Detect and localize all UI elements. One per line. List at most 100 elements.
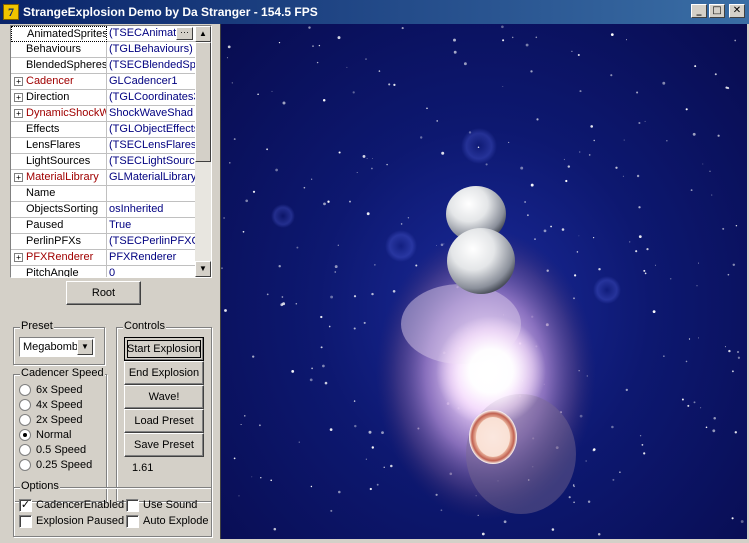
minimize-button[interactable]: _ [691,4,707,18]
window-title: StrangeExplosion Demo by Da Stranger - 1… [23,5,318,19]
property-name: Paused [11,217,107,234]
chevron-down-icon[interactable]: ▼ [77,339,93,355]
star [731,517,734,520]
explosion-paused-checkbox[interactable]: Explosion Paused [19,514,124,528]
property-value[interactable]: (TGLCoordinates3 [107,90,197,106]
star [338,490,341,494]
checkbox-checked[interactable]: ✓ [19,498,32,512]
property-value[interactable]: (TSECLensFlares) [107,138,197,154]
property-row[interactable]: + MaterialLibrary GLMaterialLibrary [11,169,197,186]
radio-circle[interactable] [19,399,31,411]
controls-group: Controls Start Explosion End Explosion W… [116,320,212,502]
property-row[interactable]: PitchAngle 0 [11,265,197,278]
star [502,39,505,42]
object-inspector[interactable]: AnimatedSprites (TSECAnimat Behaviours (TGL… [10,25,212,278]
property-value[interactable]: True [107,218,197,234]
property-value[interactable]: osInherited [107,202,197,218]
expand-icon[interactable]: + [14,92,23,102]
scene-viewport[interactable] [220,24,747,539]
radio-circle[interactable] [19,414,31,426]
property-name: Behaviours [11,41,107,58]
title-bar[interactable]: 7 StrangeExplosion Demo by Da Stranger -… [0,0,749,24]
inspector-scrollbar[interactable]: ▲ ▼ [195,26,211,277]
radio-circle[interactable] [19,384,31,396]
property-row[interactable]: LightSources (TSECLightSource [11,153,197,170]
root-button[interactable]: Root [66,281,141,305]
property-row[interactable]: ObjectsSorting osInherited [11,201,197,218]
checkbox-unchecked[interactable] [19,514,32,528]
speed-radio[interactable]: 6x Speed [19,383,82,397]
speed-radio[interactable]: Normal [19,428,71,442]
star [636,174,640,178]
property-name: + PFXRenderer [11,249,107,266]
auto-explode-checkbox[interactable]: Auto Explode [126,514,208,528]
property-row[interactable]: BlendedSpheres (TSECBlendedSph [11,57,197,74]
property-row[interactable]: + Cadencer GLCadencer1 [11,73,197,90]
property-row[interactable]: + PFXRenderer PFXRenderer [11,249,197,266]
property-value[interactable]: ShockWaveShad [107,106,197,122]
property-value[interactable] [107,186,197,202]
expand-icon[interactable]: + [14,108,23,118]
property-value[interactable]: 0 [107,266,197,278]
property-name-text: LensFlares [26,138,81,151]
property-value[interactable]: GLMaterialLibrary [107,170,197,186]
property-name-text: PFXRenderer [26,250,94,263]
expand-icon[interactable]: + [14,76,23,86]
maximize-button[interactable]: □ [709,4,725,18]
star [352,91,355,94]
property-value[interactable]: GLCadencer1 [107,74,197,90]
checkbox-unchecked[interactable] [126,514,139,528]
speed-radio[interactable]: 2x Speed [19,413,82,427]
speed-radio[interactable]: 0.5 Speed [19,443,86,457]
star [688,338,691,340]
load-preset-button[interactable]: Load Preset [124,409,204,433]
property-row[interactable]: LensFlares (TSECLensFlares) [11,137,197,154]
star [520,166,524,170]
radio-circle[interactable] [19,444,31,456]
star [576,251,579,253]
end-explosion-button[interactable]: End Explosion [124,361,204,385]
wave-button[interactable]: Wave! [124,385,204,409]
speed-radio[interactable]: 0.25 Speed [19,458,92,472]
property-value[interactable]: PFXRenderer [107,250,197,266]
property-value[interactable]: (TSECBlendedSph [107,58,197,74]
scroll-up-button[interactable]: ▲ [195,26,211,42]
star [369,487,372,491]
save-preset-button[interactable]: Save Preset [124,433,204,457]
star [400,223,403,225]
star [278,265,281,268]
property-row[interactable]: Behaviours (TGLBehaviours) [11,41,197,58]
property-row[interactable]: Effects (TGLObjectEffects [11,121,197,138]
property-value[interactable]: (TGLBehaviours) [107,42,197,58]
property-row[interactable]: + Direction (TGLCoordinates3 [11,89,197,106]
speed-radio[interactable]: 4x Speed [19,398,82,412]
property-row[interactable]: Name [11,185,197,202]
star [337,244,339,246]
property-row[interactable]: + DynamicShockW ShockWaveShad [11,105,197,122]
scroll-down-button[interactable]: ▼ [195,261,211,277]
radio-circle[interactable] [19,459,31,471]
star [312,45,314,47]
star [368,430,372,434]
star [734,39,737,42]
ellipsis-button[interactable]: ··· [176,27,193,40]
scroll-thumb[interactable] [195,42,211,162]
expand-icon[interactable]: + [14,252,23,262]
property-value[interactable]: (TSECLightSource [107,154,197,170]
property-value[interactable]: (TGLObjectEffects [107,122,197,138]
property-row[interactable]: Paused True [11,217,197,234]
star [320,346,323,349]
property-row[interactable]: PerlinPFXs (TSECPerlinPFXC [11,233,197,250]
cadencer-enabled-checkbox[interactable]: ✓ CadencerEnabled [19,498,124,512]
close-button[interactable]: ✕ [729,4,745,18]
checkbox-unchecked[interactable] [126,498,139,512]
star [322,364,325,368]
property-value[interactable]: (TSECPerlinPFXC [107,234,197,250]
property-row[interactable]: AnimatedSprites (TSECAnimat [11,26,197,42]
radio-circle[interactable] [19,429,31,441]
preset-select[interactable]: Megabomb ▼ [19,337,95,357]
use-sound-checkbox[interactable]: Use Sound [126,498,197,512]
expand-icon[interactable]: + [14,172,23,182]
start-explosion-button[interactable]: Start Explosion [124,337,204,361]
star [731,370,734,373]
